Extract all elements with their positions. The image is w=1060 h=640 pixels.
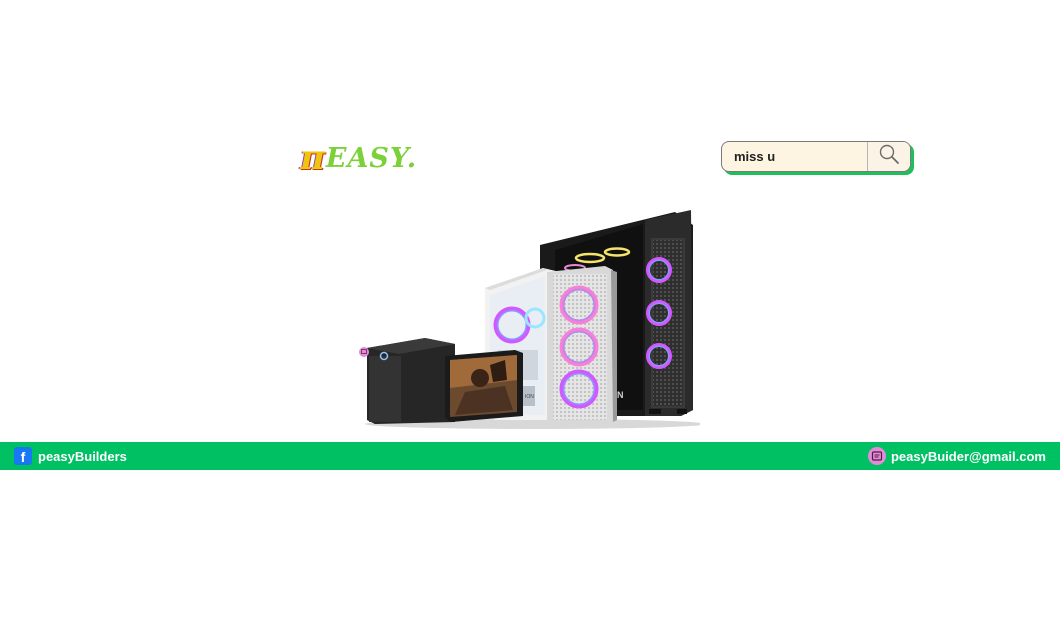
search-input[interactable] [722, 142, 867, 171]
svg-text:ION: ION [525, 394, 534, 400]
search-button[interactable] [867, 142, 910, 171]
hero-product-image: GN ION [355, 210, 705, 430]
facebook-link[interactable]: f peasyBuilders [14, 447, 127, 465]
search-bar [721, 141, 911, 172]
facebook-icon: f [14, 447, 32, 465]
email-icon [867, 447, 886, 465]
logo-pi-glyph: π [300, 138, 325, 178]
page: π EASY. miss u ION f peasyBuilders peasy… [0, 0, 1060, 640]
email-label: peasyBuider@gmail.com [890, 448, 1046, 464]
footer-bar: f peasyBuilders peasyBuider@gmail.com [0, 442, 1060, 470]
logo-text: EASY. [325, 142, 418, 174]
search-icon [878, 143, 900, 170]
facebook-label: peasyBuilders [38, 448, 127, 464]
site-logo[interactable]: π EASY. [300, 138, 418, 178]
email-link[interactable]: peasyBuider@gmail.com [867, 447, 1046, 465]
